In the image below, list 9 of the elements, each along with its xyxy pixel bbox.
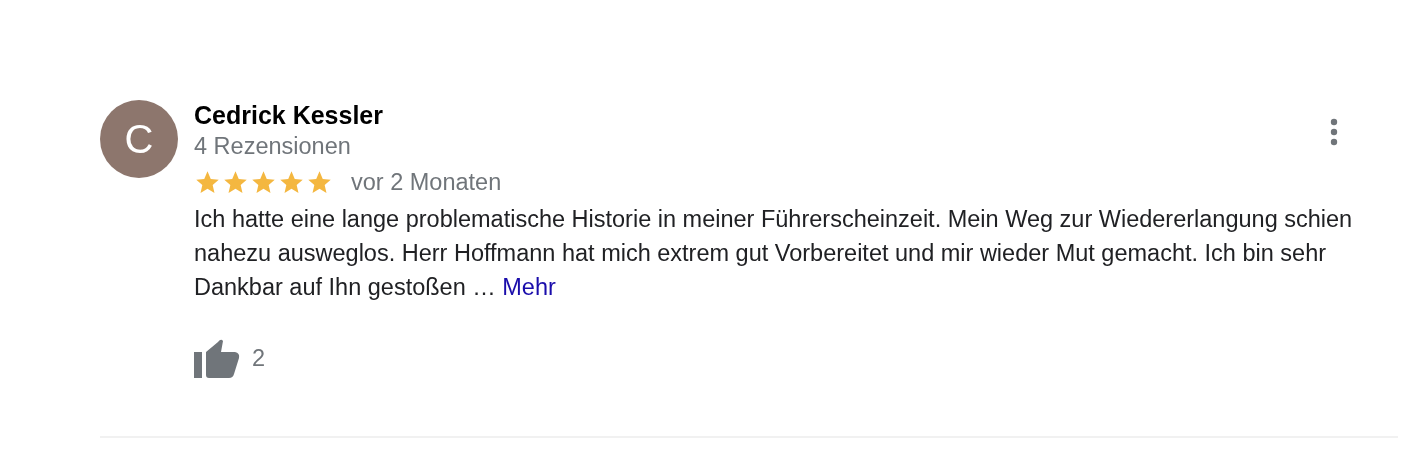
thumbs-up-icon[interactable] [194, 338, 240, 378]
more-link[interactable]: Mehr [502, 274, 556, 300]
author-name: Cedrick Kessler [194, 100, 383, 130]
review-time: vor 2 Monaten [351, 168, 502, 197]
like-count: 2 [252, 344, 266, 372]
review-text: Ich hatte eine lange problematische Historie in meiner Führerscheinzeit. Mein Weg zur Wiedererlangung schien nahezu ausweglos. Herr Hoffmann hat mich extrem gut Vorbereitet und mir wieder Mut gemacht. Ich bin sehr Dankbar auf Ihn gestoßen … Mehr [194, 205, 1354, 302]
review-count: 4 Rezensionen [194, 132, 351, 161]
more-options-icon[interactable] [1330, 118, 1338, 148]
avatar: C [100, 100, 178, 178]
